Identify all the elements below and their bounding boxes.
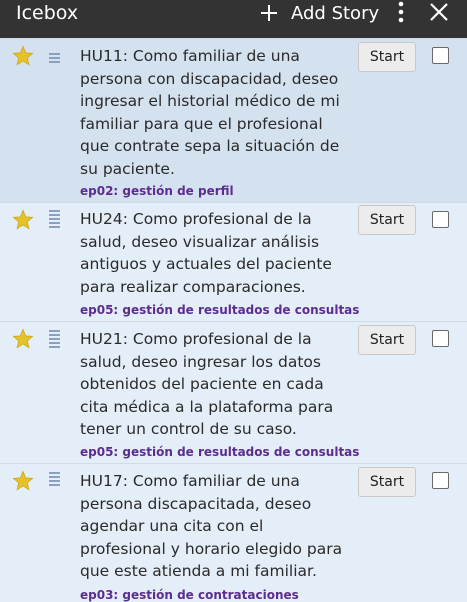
story-item[interactable]: HU11: Como familiar de una persona con d…	[0, 38, 467, 203]
epic-label[interactable]: ep02: gestión de perfil	[80, 184, 234, 198]
icebox-panel: Icebox Add Story HU11: Como familiar de …	[0, 0, 467, 602]
panel-header: Icebox Add Story	[0, 0, 467, 38]
epic-label[interactable]: ep03: gestión de contrataciones	[80, 588, 299, 602]
start-button[interactable]: Start	[358, 467, 416, 497]
estimate-icon[interactable]	[49, 330, 61, 350]
star-icon[interactable]	[12, 209, 34, 231]
epic-label[interactable]: ep05: gestión de resultados de consultas	[80, 303, 359, 317]
star-icon[interactable]	[12, 328, 34, 350]
plus-icon	[261, 5, 277, 21]
estimate-icon[interactable]	[49, 53, 61, 65]
panel-title: Icebox	[16, 2, 79, 24]
story-checkbox[interactable]	[432, 330, 449, 347]
story-title: HU21: Como profesional de la salud, dese…	[80, 330, 334, 438]
start-button[interactable]: Start	[358, 42, 416, 72]
story-title: HU24: Como profesional de la salud, dese…	[80, 210, 332, 296]
story-title: HU11: Como familiar de una persona con d…	[80, 47, 340, 178]
star-icon[interactable]	[12, 45, 34, 67]
story-checkbox[interactable]	[432, 47, 449, 64]
story-item[interactable]: HU21: Como profesional de la salud, dese…	[0, 322, 467, 464]
story-item[interactable]: HU17: Como familiar de una persona disca…	[0, 464, 467, 602]
start-button[interactable]: Start	[358, 205, 416, 235]
story-item[interactable]: HU24: Como profesional de la salud, dese…	[0, 203, 467, 322]
more-options-icon[interactable]	[396, 1, 406, 23]
epic-label[interactable]: ep05: gestión de resultados de consultas	[80, 445, 359, 459]
estimate-icon[interactable]	[49, 472, 61, 488]
close-icon[interactable]	[429, 2, 449, 22]
add-story-button[interactable]: Add Story	[260, 0, 379, 26]
add-story-label: Add Story	[291, 2, 380, 24]
story-title: HU17: Como familiar de una persona disca…	[80, 472, 343, 580]
star-icon[interactable]	[12, 470, 34, 492]
estimate-icon[interactable]	[49, 210, 61, 230]
story-checkbox[interactable]	[432, 472, 449, 489]
start-button[interactable]: Start	[358, 325, 416, 355]
story-checkbox[interactable]	[432, 211, 449, 228]
